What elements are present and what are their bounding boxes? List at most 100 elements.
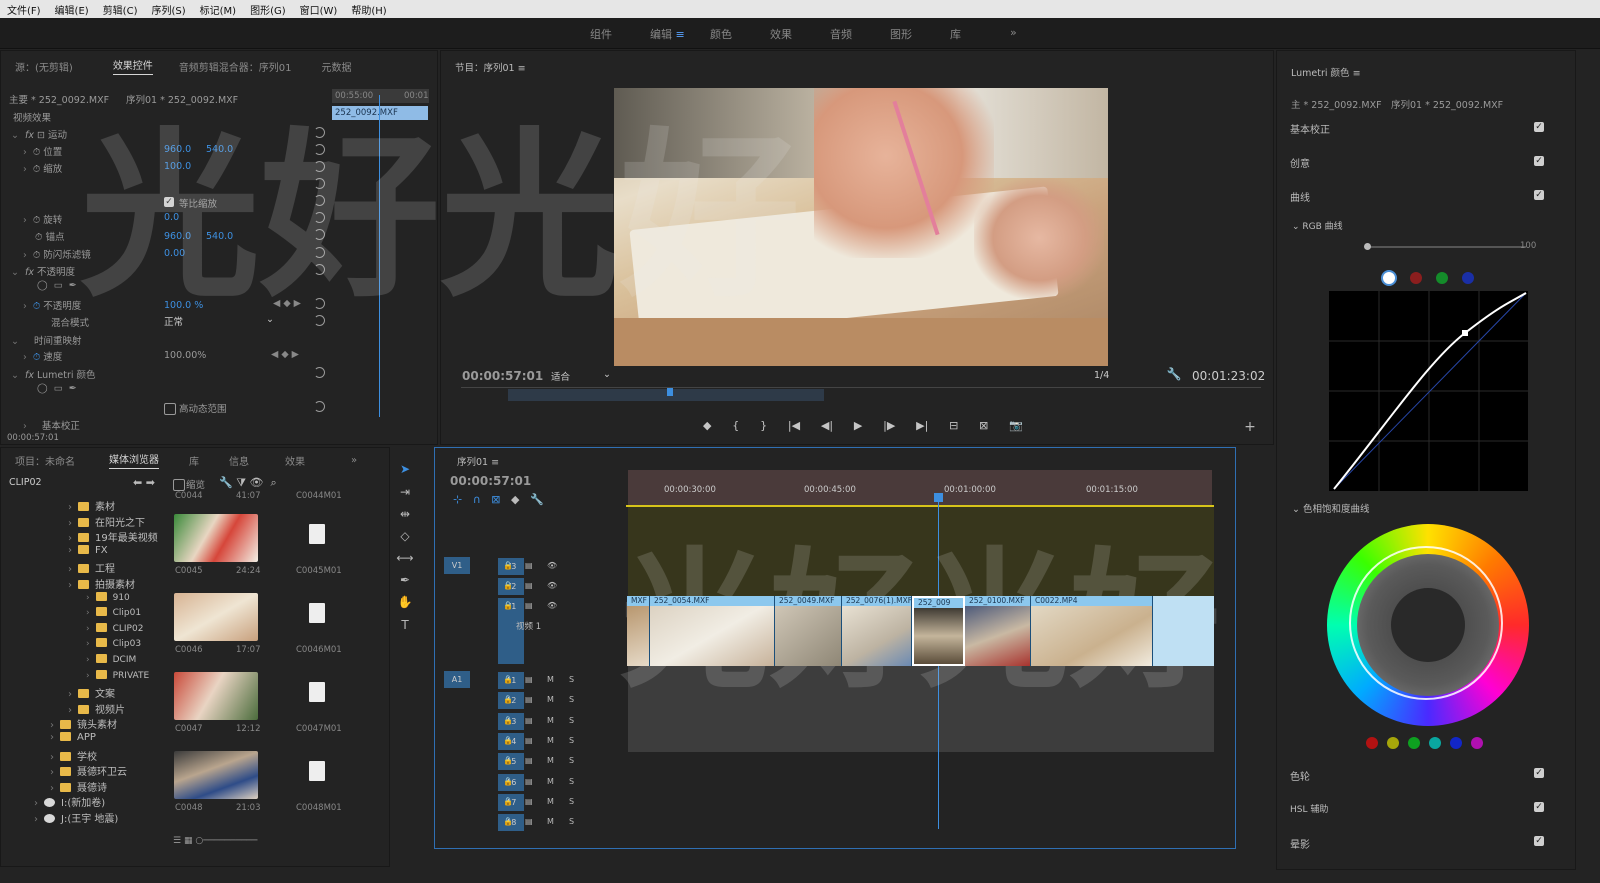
- solo-button[interactable]: S: [569, 817, 574, 826]
- position-y-value[interactable]: 540.0: [206, 144, 233, 155]
- step-forward-icon[interactable]: |▶: [883, 419, 895, 437]
- sync-lock-icon[interactable]: ▤: [525, 601, 533, 610]
- chevron-right-icon[interactable]: ›: [68, 689, 72, 700]
- curve-intensity-slider[interactable]: [1366, 246, 1526, 248]
- reset-icon[interactable]: [314, 161, 325, 172]
- search-icon[interactable]: ⌕: [270, 476, 276, 489]
- basic-correction-row[interactable]: › 基本校正: [23, 418, 80, 432]
- track-header[interactable]: V3 🔒 ▤ 👁: [443, 558, 627, 577]
- vignette-checkbox[interactable]: ✓: [1534, 836, 1544, 846]
- track-header[interactable]: A5 🔒 ▤ M S: [443, 753, 627, 772]
- reset-icon[interactable]: [314, 247, 325, 258]
- mute-button[interactable]: M: [547, 756, 554, 765]
- workspace-color[interactable]: 颜色: [710, 26, 770, 42]
- chevron-right-icon[interactable]: ›: [68, 705, 72, 716]
- curve-channel-white[interactable]: [1381, 270, 1397, 286]
- lock-icon[interactable]: 🔒: [503, 581, 513, 590]
- pen-tool-icon[interactable]: ✒: [396, 573, 414, 587]
- track-header[interactable]: A8 🔒 ▤ M S: [443, 814, 627, 833]
- color-wheels-checkbox[interactable]: ✓: [1534, 768, 1544, 778]
- go-to-out-icon[interactable]: ▶|: [916, 419, 928, 437]
- solo-button[interactable]: S: [569, 716, 574, 725]
- mute-button[interactable]: M: [547, 716, 554, 725]
- type-tool-icon[interactable]: T: [396, 618, 414, 632]
- lumetri-effect-row[interactable]: ⌄ fx Lumetri 颜色: [11, 367, 96, 381]
- tab-media-browser[interactable]: 媒体浏览器: [109, 451, 159, 469]
- folder-item[interactable]: › 工程: [68, 560, 115, 575]
- tab-metadata[interactable]: 元数据: [322, 59, 352, 74]
- chevron-right-icon[interactable]: ›: [86, 593, 90, 603]
- track-select-icon[interactable]: ⇥: [396, 485, 414, 499]
- tab-libraries[interactable]: 库: [189, 453, 199, 468]
- solo-button[interactable]: S: [569, 777, 574, 786]
- master-clip-label[interactable]: 主要 * 252_0092.MXF: [9, 92, 109, 106]
- eye-icon[interactable]: 👁: [547, 561, 557, 570]
- add-marker-icon[interactable]: ◆: [703, 419, 711, 437]
- timeline-ruler[interactable]: 00:00:30:00 00:00:45:00 00:01:00:00 00:0…: [628, 470, 1212, 506]
- track-header[interactable]: V2 🔒 ▤ 👁: [443, 578, 627, 597]
- hsl-secondary-checkbox[interactable]: ✓: [1534, 802, 1544, 812]
- sequence-clip-label[interactable]: 序列01 * 252_0092.MXF: [126, 92, 238, 106]
- speed-keyframe-nav-icon[interactable]: ◀ ◆ ▶: [271, 349, 299, 360]
- mark-in-icon[interactable]: {: [732, 419, 739, 437]
- sync-lock-icon[interactable]: ▤: [525, 797, 533, 806]
- swatch-cyan[interactable]: [1429, 737, 1441, 749]
- back-icon[interactable]: ⬅: [133, 476, 142, 489]
- panel-more-icon[interactable]: »: [351, 455, 357, 466]
- sync-lock-icon[interactable]: ▤: [525, 675, 533, 684]
- eye-icon[interactable]: 👁: [547, 601, 557, 610]
- folder-item[interactable]: › Clip01: [86, 607, 141, 618]
- reset-icon[interactable]: [314, 229, 325, 240]
- rotation-value[interactable]: 0.0: [164, 212, 179, 223]
- chevron-right-icon[interactable]: ›: [86, 655, 90, 665]
- pen-mask-icon[interactable]: ✒: [69, 280, 77, 291]
- scale-row[interactable]: › ⏱ 缩放: [23, 161, 62, 175]
- time-remap-row[interactable]: ⌄ 时间重映射: [11, 333, 82, 347]
- go-to-in-icon[interactable]: |◀: [788, 419, 800, 437]
- lock-icon[interactable]: 🔒: [503, 777, 513, 786]
- reset-icon[interactable]: [314, 127, 325, 138]
- folder-item[interactable]: › DCIM: [86, 654, 136, 665]
- ellipse-mask-icon[interactable]: ◯: [37, 280, 48, 291]
- vignette-section[interactable]: 晕影: [1290, 836, 1548, 851]
- lock-icon[interactable]: 🔒: [503, 797, 513, 806]
- folder-item[interactable]: › 19年最美视频: [68, 529, 158, 544]
- workspace-effects[interactable]: 效果: [770, 26, 830, 42]
- sync-lock-icon[interactable]: ▤: [525, 561, 533, 570]
- rect-mask-icon[interactable]: ▭: [54, 383, 63, 394]
- menu-edit[interactable]: 编辑(E): [48, 2, 96, 17]
- track-header[interactable]: A7 🔒 ▤ M S: [443, 793, 627, 813]
- media-thumbnail[interactable]: [174, 672, 258, 720]
- mute-button[interactable]: M: [547, 817, 554, 826]
- timeline-clip[interactable]: 252_009: [912, 596, 965, 666]
- curves-checkbox[interactable]: ✓: [1534, 190, 1544, 200]
- fit-select[interactable]: 适合 ⌄: [551, 369, 611, 383]
- creative-section[interactable]: 创意: [1290, 155, 1548, 170]
- chevron-right-icon[interactable]: ›: [68, 533, 72, 544]
- track-header[interactable]: A4 🔒 ▤ M S: [443, 732, 627, 752]
- chevron-right-icon[interactable]: ›: [34, 814, 38, 825]
- tab-source[interactable]: 源：(无剪辑): [15, 59, 73, 74]
- solo-button[interactable]: S: [569, 695, 574, 704]
- chevron-right-icon[interactable]: ›: [50, 732, 54, 743]
- eye-icon[interactable]: 👁: [547, 581, 557, 590]
- razor-tool-icon[interactable]: ◇: [396, 529, 414, 543]
- add-button-icon[interactable]: +: [1241, 419, 1259, 435]
- program-playhead-marker[interactable]: [667, 388, 673, 396]
- icon-view-icon[interactable]: ▦: [184, 836, 193, 846]
- chevron-right-icon[interactable]: ›: [50, 752, 54, 763]
- track-header[interactable]: A3 🔒 ▤ M S: [443, 712, 627, 732]
- pen-mask-icon[interactable]: ✒: [69, 383, 77, 394]
- folder-item[interactable]: › FX: [68, 544, 108, 556]
- timeline-timecode[interactable]: 00:00:57:01: [450, 474, 531, 488]
- extract-icon[interactable]: ⊠: [979, 419, 988, 437]
- reset-icon[interactable]: [314, 212, 325, 223]
- rotation-row[interactable]: › ⏱ 旋转: [23, 212, 62, 226]
- timeline-clip-tail[interactable]: [1153, 596, 1214, 666]
- anti-flicker-value[interactable]: 0.00: [164, 248, 185, 259]
- anchor-x-value[interactable]: 960.0: [164, 231, 191, 242]
- lock-icon[interactable]: 🔒: [503, 817, 513, 826]
- workspace-graphics[interactable]: 图形: [890, 26, 950, 42]
- resolution-select[interactable]: 1/4: [1094, 370, 1109, 381]
- chevron-right-icon[interactable]: ›: [86, 608, 90, 618]
